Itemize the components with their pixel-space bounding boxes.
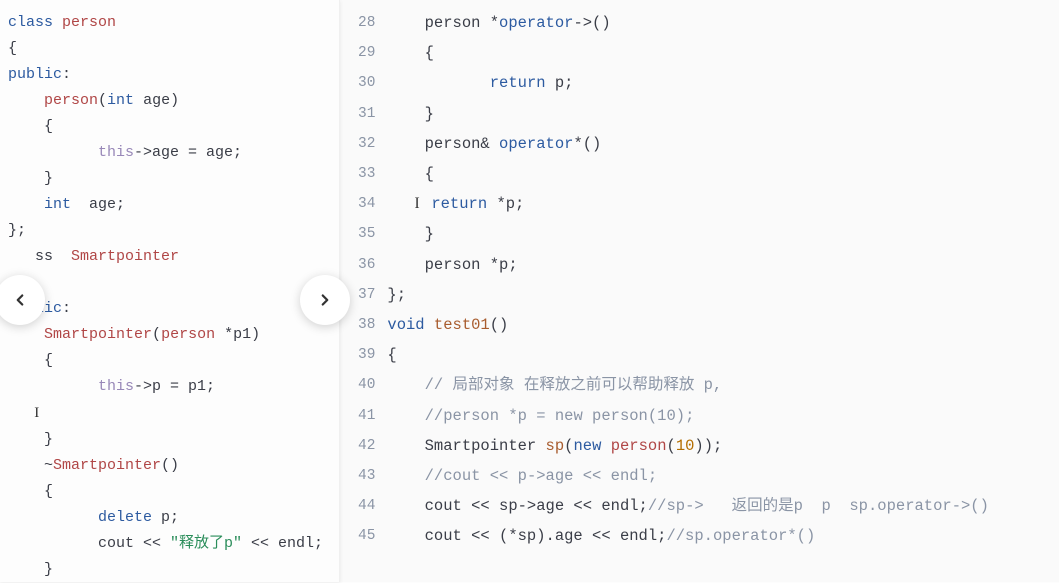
line-number: 31 — [358, 99, 375, 129]
code-line: int age; — [8, 192, 331, 218]
line-number: 30 — [358, 68, 375, 98]
line-number: 35 — [358, 219, 375, 249]
line-number: 40 — [358, 370, 375, 400]
line-number: 28 — [358, 8, 375, 38]
left-code-block: class person{public: person(int age) { t… — [8, 10, 331, 583]
code-line: { — [387, 159, 989, 189]
code-line: cout << "释放了p" << endl; — [8, 531, 331, 557]
next-button[interactable] — [300, 275, 350, 325]
code-line: }; — [8, 218, 331, 244]
left-code-panel: class person{public: person(int age) { t… — [0, 0, 340, 582]
right-code-panel: 282930313233343536373839404142434445 per… — [340, 0, 1059, 582]
code-line: //cout << p->age << endl; — [387, 461, 989, 491]
code-line: { — [8, 348, 331, 374]
code-line: } — [8, 427, 331, 453]
code-line: delete p; — [8, 505, 331, 531]
code-line: Smartpointer sp(new person(10)); — [387, 431, 989, 461]
line-number: 37 — [358, 280, 375, 310]
code-line: { — [8, 479, 331, 505]
code-line: Smartpointer(person *p1) — [8, 322, 331, 348]
code-line: } — [387, 219, 989, 249]
line-number: 38 — [358, 310, 375, 340]
code-line: I — [8, 400, 331, 427]
line-number: 42 — [358, 431, 375, 461]
line-number: 29 — [358, 38, 375, 68]
code-line: } — [387, 99, 989, 129]
code-line: void test01() — [387, 310, 989, 340]
code-line: person& operator*() — [387, 129, 989, 159]
code-line: public: — [8, 62, 331, 88]
code-line: }; — [387, 280, 989, 310]
code-line: ~Smartpointer() — [8, 453, 331, 479]
chevron-right-icon — [316, 291, 334, 309]
line-number: 39 — [358, 340, 375, 370]
code-line: person(int age) — [8, 88, 331, 114]
code-line: person *p; — [387, 250, 989, 280]
code-line: person *operator->() — [387, 8, 989, 38]
code-line: { — [8, 36, 331, 62]
code-line: { — [387, 38, 989, 68]
line-number: 33 — [358, 159, 375, 189]
line-number: 44 — [358, 491, 375, 521]
code-line: // 局部对象 在释放之前可以帮助释放 p, — [387, 370, 989, 400]
code-line: return p; — [387, 68, 989, 98]
line-number: 45 — [358, 521, 375, 551]
right-code-block: person *operator->() { return p; } perso… — [387, 0, 989, 582]
code-line: this->age = age; — [8, 140, 331, 166]
line-number: 36 — [358, 250, 375, 280]
code-line: cout << (*sp).age << endl;//sp.operator*… — [387, 521, 989, 551]
line-number: 41 — [358, 401, 375, 431]
code-line: { — [387, 340, 989, 370]
code-line: cout << sp->age << endl;//sp-> 返回的是p p s… — [387, 491, 989, 521]
code-line: //person *p = new person(10); — [387, 401, 989, 431]
code-line: this->p = p1; — [8, 374, 331, 400]
code-line: lic: — [8, 296, 331, 322]
line-number: 32 — [358, 129, 375, 159]
code-line: class person — [8, 10, 331, 36]
code-line: { — [8, 114, 331, 140]
line-number: 43 — [358, 461, 375, 491]
line-number: 34 — [358, 189, 375, 219]
code-line: } — [8, 557, 331, 583]
code-line — [8, 270, 331, 296]
code-line: I return *p; — [387, 189, 989, 219]
code-line: ss Smartpointer — [8, 244, 331, 270]
chevron-left-icon — [11, 291, 29, 309]
code-line: } — [8, 166, 331, 192]
